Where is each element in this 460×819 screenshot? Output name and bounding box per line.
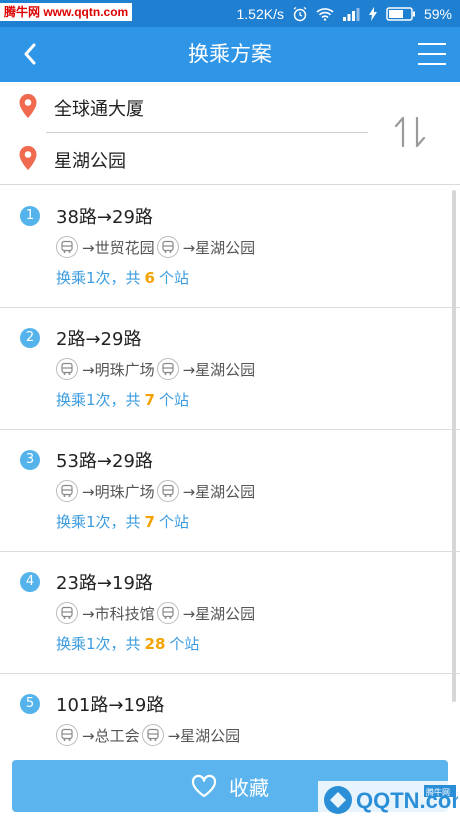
- bus-icon: [56, 358, 78, 380]
- origin-row[interactable]: 全球通大厦: [0, 84, 370, 132]
- svg-text:腾牛网: 腾牛网: [426, 787, 450, 797]
- battery-percent: 59%: [423, 5, 452, 22]
- location-pin-icon: [18, 145, 38, 175]
- transfer-stop: →总工会: [82, 726, 140, 745]
- bottom-bar: 收藏 QQTN.com 腾牛网: [0, 750, 460, 819]
- plan-summary: 换乘1次，共 28 个站: [56, 633, 199, 654]
- transfer-stop: →明珠广场: [82, 482, 155, 501]
- bus-icon: [156, 480, 179, 502]
- menu-button[interactable]: [414, 37, 450, 71]
- summary-prefix: 换乘1次，共: [56, 635, 141, 653]
- plan-stops: →世贸花园 →星湖公园: [56, 235, 257, 259]
- summary-prefix: 换乘1次，共: [56, 269, 141, 287]
- station-count: 7: [144, 513, 155, 531]
- final-stop: →星湖公园: [182, 238, 256, 257]
- destination-row[interactable]: 星湖公园: [0, 136, 370, 184]
- plan-summary: 换乘1次，共 7 个站: [56, 389, 189, 410]
- plan-item[interactable]: 4 23路→19路 →市科技馆 →星湖公园 换乘1次，共 28 个站: [0, 552, 460, 674]
- plan-index-badge: 2: [20, 328, 40, 348]
- transfer-stop: →世贸花园: [82, 238, 155, 257]
- plan-stops: →总工会 →星湖公园: [56, 723, 242, 747]
- summary-suffix: 个站: [158, 269, 189, 287]
- heart-icon: [191, 774, 217, 798]
- menu-line: [418, 43, 446, 45]
- bus-icon: [56, 602, 78, 624]
- menu-line: [418, 63, 446, 65]
- network-speed: 1.52K/s: [236, 5, 284, 22]
- final-stop: →星湖公园: [182, 604, 256, 623]
- status-icons: 1.52K/s 59%: [236, 0, 452, 27]
- wifi-icon: [316, 7, 334, 21]
- plan-summary: 换乘1次，共 7 个站: [56, 511, 189, 532]
- plan-stops: →市科技馆 →星湖公园: [56, 601, 257, 625]
- bus-icon: [141, 724, 164, 746]
- scrollbar[interactable]: [452, 190, 456, 702]
- bus-icon: [56, 480, 78, 502]
- station-count: 7: [144, 391, 155, 409]
- plan-stops: →明珠广场 →星湖公园: [56, 479, 257, 503]
- alarm-icon: [292, 6, 308, 22]
- station-count: 28: [144, 635, 166, 653]
- destination-text: 星湖公园: [54, 151, 126, 172]
- final-stop: →星湖公园: [167, 726, 241, 745]
- location-pin-icon: [18, 93, 38, 123]
- summary-suffix: 个站: [169, 635, 200, 653]
- qqtn-logo: QQTN.com 腾牛网: [324, 785, 458, 814]
- charging-icon: [368, 6, 378, 21]
- final-stop: →星湖公园: [182, 482, 256, 501]
- final-stop: →星湖公园: [182, 360, 256, 379]
- plan-title: 23路→19路: [56, 573, 153, 594]
- summary-suffix: 个站: [158, 391, 189, 409]
- plan-item[interactable]: 2 2路→29路 →明珠广场 →星湖公园 换乘1次，共 7 个站: [0, 308, 460, 430]
- swap-button[interactable]: [390, 112, 430, 152]
- back-button[interactable]: [12, 35, 48, 73]
- bus-icon: [56, 236, 78, 258]
- signal-icon: [342, 7, 360, 21]
- bus-icon: [156, 602, 179, 624]
- chevron-left-icon: [24, 43, 36, 65]
- route-divider: [46, 132, 368, 133]
- watermark-logo: QQTN.com 腾牛网: [318, 781, 460, 819]
- plan-title: 38路→29路: [56, 207, 153, 228]
- route-panel: 全球通大厦 星湖公园: [0, 82, 460, 185]
- app-header: 换乘方案: [0, 27, 460, 82]
- plan-index-badge: 5: [20, 694, 40, 714]
- plan-item[interactable]: 5 101路→19路 →总工会 →星湖公园: [0, 674, 460, 750]
- bus-icon: [56, 724, 78, 746]
- status-bar: 腾牛网 www.qqtn.com 1.52K/s 59%: [0, 0, 460, 27]
- plan-title: 101路→19路: [56, 695, 165, 716]
- summary-suffix: 个站: [158, 513, 189, 531]
- plan-list[interactable]: 1 38路→29路 →世贸花园 →星湖公园 换乘1次，共 6 个站 2 2路→29路…: [0, 186, 460, 750]
- summary-prefix: 换乘1次，共: [56, 391, 141, 409]
- menu-line: [418, 53, 446, 55]
- bus-icon: [156, 358, 179, 380]
- battery-icon: [386, 6, 416, 21]
- transfer-stop: →明珠广场: [82, 360, 155, 379]
- summary-prefix: 换乘1次，共: [56, 513, 141, 531]
- plan-index-badge: 4: [20, 572, 40, 592]
- plan-title: 2路→29路: [56, 329, 142, 350]
- station-count: 6: [144, 269, 155, 287]
- transfer-stop: →市科技馆: [82, 604, 155, 623]
- plan-title: 53路→29路: [56, 451, 153, 472]
- plan-item[interactable]: 1 38路→29路 →世贸花园 →星湖公园 换乘1次，共 6 个站: [0, 186, 460, 308]
- plan-stops: →明珠广场 →星湖公园: [56, 357, 257, 381]
- bus-icon: [156, 236, 179, 258]
- watermark-text: 腾牛网 www.qqtn.com: [0, 3, 133, 21]
- plan-index-badge: 1: [20, 206, 40, 226]
- plan-summary: 换乘1次，共 6 个站: [56, 267, 189, 288]
- plan-item[interactable]: 3 53路→29路 →明珠广场 →星湖公园 换乘1次，共 7 个站: [0, 430, 460, 552]
- origin-text: 全球通大厦: [54, 99, 144, 120]
- plan-index-badge: 3: [20, 450, 40, 470]
- swap-arrows-icon: [394, 116, 426, 148]
- favorite-label: 收藏: [229, 775, 269, 800]
- page-title: 换乘方案: [188, 42, 272, 66]
